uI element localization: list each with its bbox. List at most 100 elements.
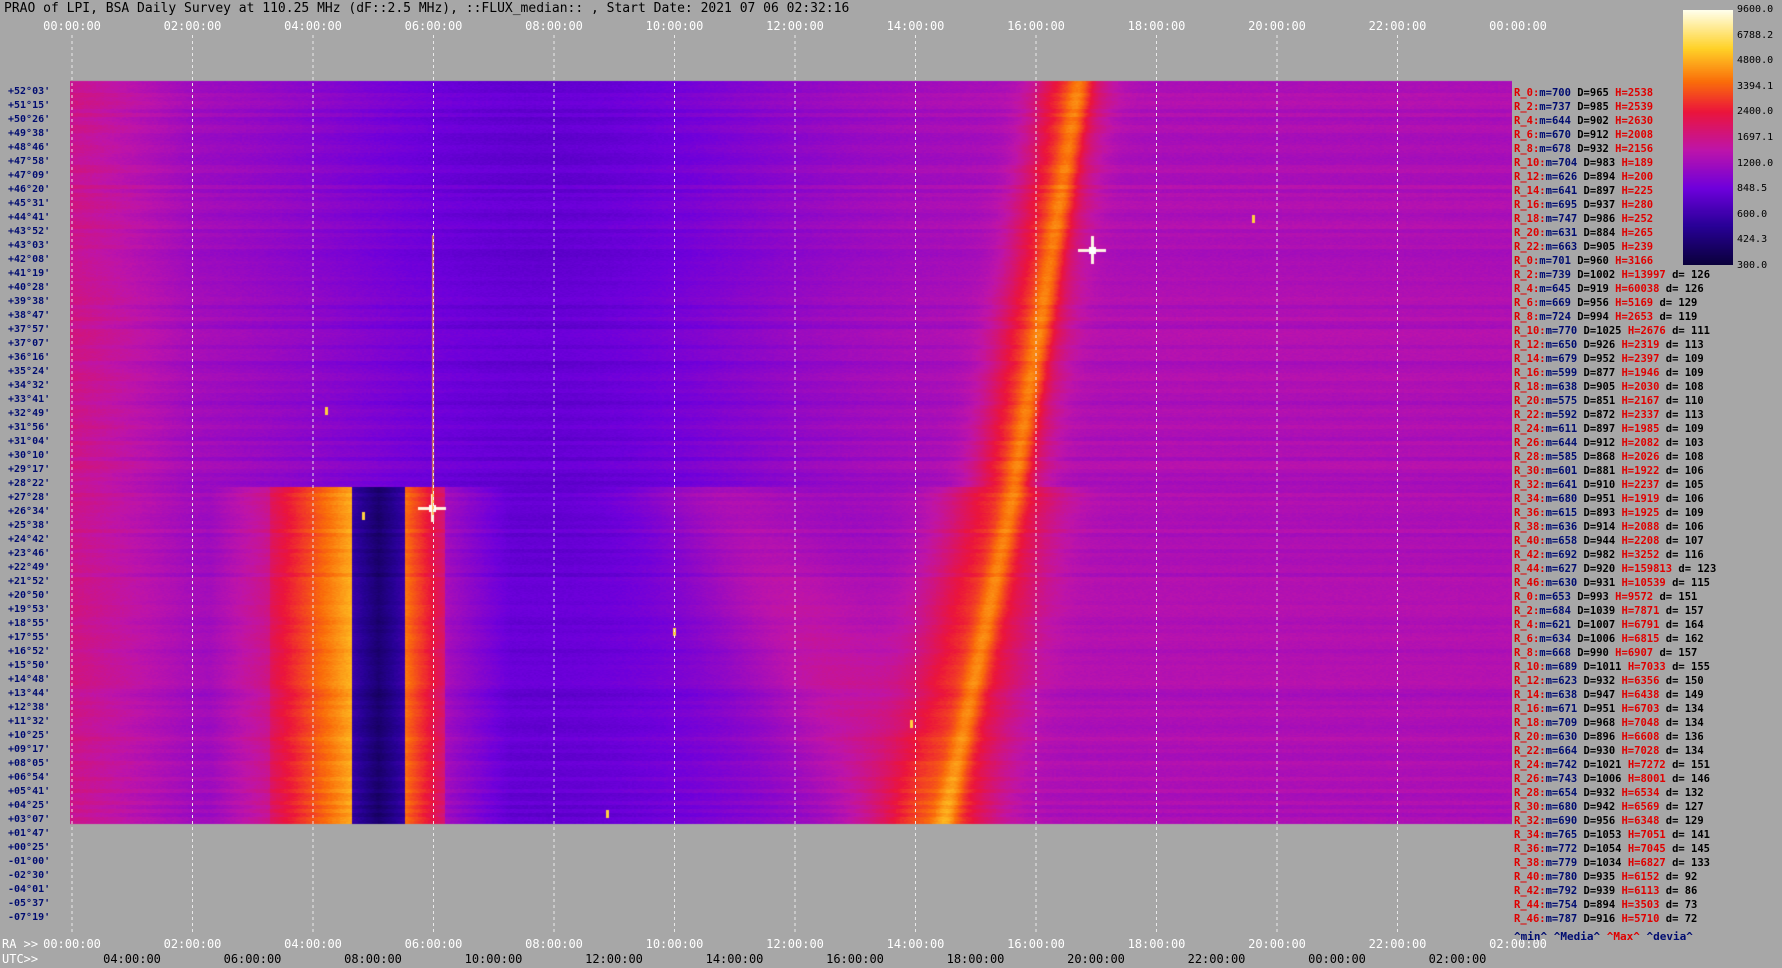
- stat-m: m=641: [1545, 185, 1578, 197]
- dec-label-text: +25°38': [8, 520, 51, 531]
- stat-d: D=1006: [1583, 773, 1622, 785]
- stat-h: H=189: [1621, 157, 1654, 169]
- stat-r: R_30:: [1514, 465, 1546, 477]
- dec-label: +27°28': [0, 493, 70, 503]
- dec-label-text: +17°55': [8, 632, 51, 643]
- stat-dev: d= 109: [1665, 507, 1704, 519]
- row-stat: R_20:m=575 D=851 H=2167 d= 110: [1514, 395, 1782, 408]
- stat-h: H=9572: [1615, 591, 1654, 603]
- dec-label-text: +49°38': [8, 128, 51, 139]
- dec-label: +23°46': [0, 549, 70, 559]
- stat-h: H=2538: [1615, 87, 1654, 99]
- stat-d: D=1002: [1577, 269, 1616, 281]
- stat-d: D=897: [1583, 423, 1616, 435]
- dec-label-text: +30°10': [8, 450, 51, 461]
- stat-r: R_34:: [1514, 829, 1546, 841]
- stat-d: D=932: [1583, 675, 1616, 687]
- dec-label: +12°38': [0, 703, 70, 713]
- stat-d: D=905: [1583, 381, 1616, 393]
- row-stat: R_4:m=621 D=1007 H=6791 d= 164: [1514, 619, 1782, 632]
- stat-dev: d= 129: [1659, 297, 1698, 309]
- row-stat: R_40:m=780 D=935 H=6152 d= 92: [1514, 871, 1782, 884]
- stat-r: R_6:: [1514, 129, 1540, 141]
- stat-h: H=280: [1621, 199, 1654, 211]
- stat-h: H=6703: [1621, 703, 1660, 715]
- dec-label: +03°07': [0, 815, 70, 825]
- stat-h: H=6827: [1627, 857, 1666, 869]
- stat-dev: d= 133: [1672, 857, 1711, 869]
- stat-m: m=630: [1545, 731, 1578, 743]
- dec-label: +15°50': [0, 661, 70, 671]
- stat-d: D=872: [1583, 409, 1616, 421]
- stat-m: m=792: [1545, 885, 1578, 897]
- stat-m: m=692: [1545, 549, 1578, 561]
- dec-label: +26°34': [0, 507, 70, 517]
- stat-r: R_34:: [1514, 493, 1546, 505]
- stat-m: m=709: [1545, 717, 1578, 729]
- dec-label-text: +43°03': [8, 240, 51, 251]
- dec-label-text: +38°47': [8, 310, 51, 321]
- stat-dev: d= 136: [1665, 731, 1704, 743]
- dec-label: +14°48': [0, 675, 70, 685]
- row-stat: R_0:m=653 D=993 H=9572 d= 151: [1514, 591, 1782, 604]
- row-stat: R_46:m=630 D=931 H=10539 d= 115: [1514, 577, 1782, 590]
- utc-tick-label: 18:00:00: [946, 952, 1005, 966]
- utc-tick-label: 02:00:00: [1428, 952, 1487, 966]
- row-stat: R_36:m=615 D=893 H=1925 d= 109: [1514, 507, 1782, 520]
- footer-media: ^Media^: [1553, 930, 1601, 943]
- colorbar-tick: 6788.2: [1737, 29, 1774, 41]
- dec-label-text: +23°46': [8, 548, 51, 559]
- stat-d: D=952: [1583, 353, 1616, 365]
- stat-m: m=787: [1545, 913, 1578, 925]
- dec-label-text: +03°07': [8, 814, 51, 825]
- stat-m: m=670: [1539, 129, 1571, 141]
- stat-r: R_26:: [1514, 437, 1546, 449]
- stat-dev: d= 149: [1665, 689, 1704, 701]
- ra-tick-label: 18:00:00: [1127, 937, 1186, 951]
- stat-dev: d= 123: [1678, 563, 1717, 575]
- row-stat: R_22:m=664 D=930 H=7028 d= 134: [1514, 745, 1782, 758]
- stat-dev: d= 134: [1665, 703, 1704, 715]
- stat-d: D=912: [1583, 437, 1616, 449]
- stat-r: R_16:: [1514, 703, 1546, 715]
- utc-tick-label: 20:00:00: [1067, 952, 1125, 966]
- stat-r: R_4:: [1514, 115, 1540, 127]
- stat-h: H=2319: [1621, 339, 1660, 351]
- stat-m: m=680: [1545, 801, 1578, 813]
- row-stat: R_38:m=779 D=1034 H=6827 d= 133: [1514, 857, 1782, 870]
- stat-h: H=6348: [1621, 815, 1660, 827]
- colorbar-tick: 3394.1: [1737, 80, 1774, 92]
- stat-m: m=650: [1545, 339, 1578, 351]
- utc-axis-label: UTC>>: [2, 952, 39, 966]
- stat-h: H=1925: [1621, 507, 1660, 519]
- row-stat: R_32:m=690 D=956 H=6348 d= 129: [1514, 815, 1782, 828]
- dec-label-text: +36°16': [8, 352, 51, 363]
- stat-d: D=935: [1583, 871, 1616, 883]
- stat-m: m=724: [1539, 311, 1571, 323]
- stat-d: D=965: [1577, 87, 1609, 99]
- stat-m: m=754: [1545, 899, 1578, 911]
- stat-m: m=615: [1545, 507, 1578, 519]
- stat-dev: d= 151: [1672, 759, 1711, 771]
- dec-label-text: +40°28': [8, 282, 51, 293]
- stat-dev: d= 146: [1672, 773, 1711, 785]
- stat-dev: d= 106: [1665, 521, 1704, 533]
- stat-dev: d= 105: [1665, 479, 1704, 491]
- stat-dev: d= 106: [1665, 493, 1704, 505]
- dec-label: +05°41': [0, 787, 70, 797]
- dec-label: +29°17': [0, 465, 70, 475]
- utc-tick-label: 00:00:00: [1308, 952, 1366, 966]
- row-stat: R_16:m=599 D=877 H=1946 d= 109: [1514, 367, 1782, 380]
- stat-m: m=742: [1545, 759, 1578, 771]
- stat-r: R_6:: [1514, 633, 1540, 645]
- dec-label-text: +24°42': [8, 534, 51, 545]
- row-stat: R_8:m=724 D=994 H=2653 d= 119: [1514, 311, 1782, 324]
- stat-h: H=7272: [1627, 759, 1666, 771]
- stat-h: H=1946: [1621, 367, 1660, 379]
- stat-dev: d= 151: [1659, 591, 1698, 603]
- stat-h: H=7051: [1627, 829, 1666, 841]
- stat-r: R_30:: [1514, 801, 1546, 813]
- dec-label-text: +28°22': [8, 478, 51, 489]
- stat-r: R_4:: [1514, 283, 1540, 295]
- stat-m: m=638: [1545, 689, 1578, 701]
